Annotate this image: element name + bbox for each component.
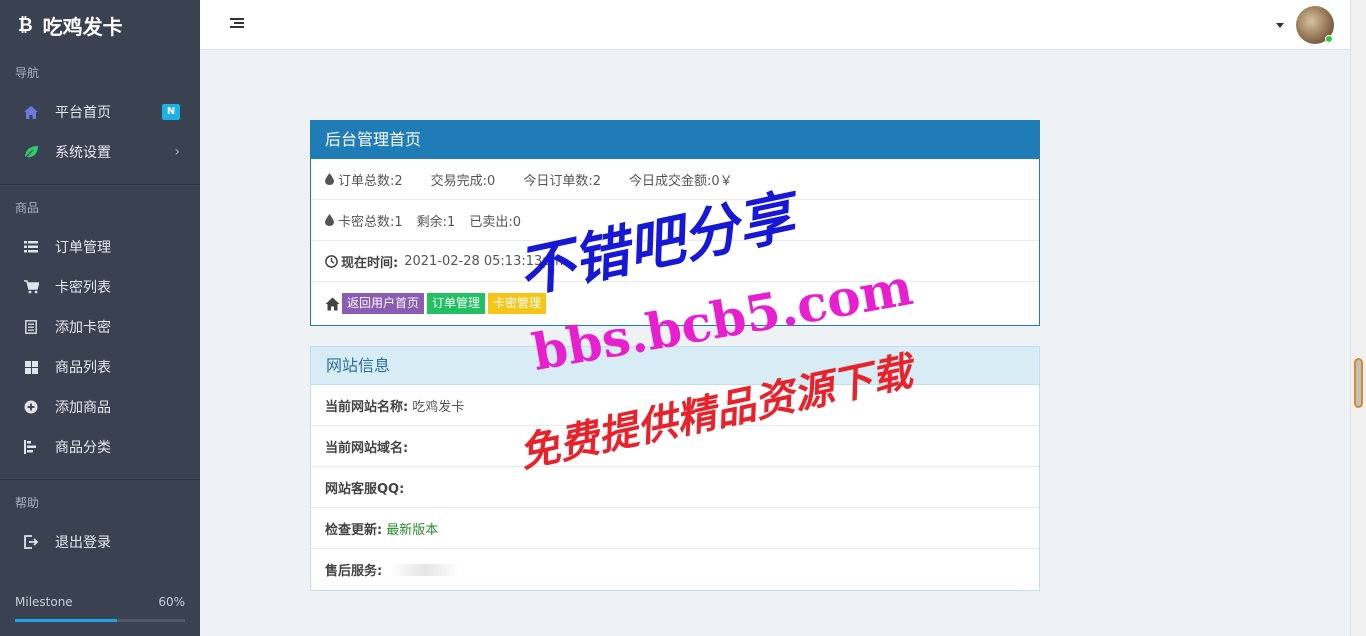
- new-badge: N: [162, 104, 180, 120]
- logout-icon: [22, 533, 40, 551]
- sidebar-item-add-card[interactable]: 添加卡密: [0, 307, 200, 347]
- leaf-icon: [22, 143, 40, 161]
- site-info-panel: 网站信息 当前网站名称: 吃鸡发卡 当前网站域名: 网站客服QQ: 检查更新: …: [310, 346, 1040, 591]
- sidebar-item-label: 订单管理: [55, 240, 111, 256]
- back-to-user-home-button[interactable]: 返回用户首页: [342, 293, 425, 314]
- grid-icon: [22, 358, 40, 376]
- card-management-button[interactable]: 卡密管理: [488, 293, 547, 314]
- avatar[interactable]: [1296, 6, 1334, 44]
- divider: [0, 479, 200, 480]
- info-row-site-name: 当前网站名称: 吃鸡发卡: [311, 385, 1039, 426]
- info-label: 当前网站名称:: [325, 399, 409, 415]
- stat-trade-complete: 交易完成:0: [430, 173, 496, 189]
- nav-heading-goods: 商品: [15, 201, 40, 215]
- milestone-progress-fill: [15, 619, 117, 622]
- blurred-value: [390, 563, 461, 576]
- stat-card-sold: 已卖出:0: [469, 214, 521, 230]
- time-value: 2021-02-28 05:13:13pm: [404, 253, 564, 269]
- sidebar-item-settings[interactable]: 系统设置 ›: [0, 132, 200, 172]
- info-label: 网站客服QQ:: [325, 481, 405, 497]
- divider: [0, 184, 200, 185]
- order-management-button[interactable]: 订单管理: [427, 293, 486, 314]
- topbar: [200, 0, 1350, 50]
- sidebar-item-category[interactable]: 商品分类: [0, 427, 200, 467]
- nav-heading-navigation: 导航: [15, 66, 40, 80]
- home-icon: [325, 297, 340, 310]
- milestone-progress-bar: [15, 619, 185, 622]
- sidebar-item-add-product[interactable]: 添加商品: [0, 387, 200, 427]
- sidebar-item-label: 商品列表: [55, 360, 111, 376]
- home-icon: [22, 103, 40, 121]
- brand-title: 吃鸡发卡: [42, 14, 123, 39]
- drop-icon: [325, 173, 334, 185]
- stat-today-amount: 今日成交金额:0￥: [628, 173, 733, 189]
- info-label: 检查更新:: [325, 522, 383, 538]
- info-value: 吃鸡发卡: [412, 399, 465, 415]
- sidebar-item-product-list[interactable]: 商品列表: [0, 347, 200, 387]
- stat-card-remaining: 剩余:1: [416, 214, 456, 230]
- stats-row: 订单总数:2 交易完成:0 今日订单数:2 今日成交金额:0￥: [311, 159, 1039, 200]
- time-label: 现在时间:: [341, 255, 399, 271]
- list-icon: [22, 238, 40, 256]
- cart-icon: [22, 278, 40, 296]
- plus-circle-icon: [22, 398, 40, 416]
- chevron-right-icon: ›: [174, 144, 180, 160]
- sidebar-item-label: 系统设置: [55, 145, 111, 161]
- sort-icon: [22, 438, 40, 456]
- info-row-domain: 当前网站域名:: [311, 426, 1039, 467]
- info-label: 当前网站域名:: [325, 440, 409, 456]
- sidebar-item-label: 添加卡密: [55, 320, 111, 336]
- document-icon: [22, 318, 40, 336]
- time-row: 现在时间: 2021-02-28 05:13:13pm: [311, 241, 1039, 282]
- milestone: Milestone 60%: [15, 595, 185, 622]
- caret-down-icon[interactable]: [1276, 23, 1284, 28]
- quick-links-row: 返回用户首页 订单管理 卡密管理: [311, 282, 1039, 325]
- bitcoin-icon: ₿: [18, 14, 33, 36]
- sidebar-item-logout[interactable]: 退出登录: [0, 522, 200, 562]
- update-status[interactable]: 最新版本: [386, 519, 438, 538]
- milestone-percent: 60%: [158, 595, 185, 609]
- sidebar-item-card-list[interactable]: 卡密列表: [0, 267, 200, 307]
- info-row-qq: 网站客服QQ:: [311, 467, 1039, 508]
- nav-heading-help: 帮助: [15, 496, 40, 510]
- sidebar-item-label: 商品分类: [55, 440, 111, 456]
- stat-order-total: 订单总数:2: [338, 173, 403, 189]
- info-row-update: 检查更新: 最新版本: [311, 508, 1039, 549]
- scrollbar[interactable]: [1350, 0, 1366, 636]
- sidebar-item-label: 退出登录: [55, 535, 111, 551]
- stat-today-orders: 今日订单数:2: [523, 173, 601, 189]
- sidebar: ₿ 吃鸡发卡 导航 平台首页 N 系统设置 › 商品 订单管理 卡密列表 添加卡…: [0, 0, 200, 636]
- online-status-dot: [1325, 35, 1333, 43]
- info-label: 售后服务:: [325, 564, 383, 579]
- stats-row: 卡密总数:1 剩余:1 已卖出:0: [311, 200, 1039, 241]
- sidebar-item-label: 平台首页: [55, 105, 111, 121]
- drop-icon: [325, 214, 334, 226]
- milestone-label: Milestone: [15, 595, 73, 609]
- menu-icon[interactable]: [230, 18, 244, 30]
- clock-icon: [325, 254, 338, 268]
- sidebar-item-home[interactable]: 平台首页 N: [0, 92, 200, 132]
- sidebar-item-label: 卡密列表: [55, 280, 111, 296]
- info-row-after-sales: 售后服务:: [311, 549, 1039, 590]
- sidebar-item-orders[interactable]: 订单管理: [0, 227, 200, 267]
- panel-title: 网站信息: [311, 347, 1039, 385]
- panel-title: 后台管理首页: [311, 121, 1039, 159]
- stat-card-total: 卡密总数:1: [338, 214, 403, 230]
- admin-home-panel: 后台管理首页 订单总数:2 交易完成:0 今日订单数:2 今日成交金额:0￥ 卡…: [310, 120, 1040, 326]
- scrollbar-thumb[interactable]: [1354, 358, 1363, 408]
- brand[interactable]: ₿ 吃鸡发卡: [0, 0, 200, 50]
- sidebar-item-label: 添加商品: [55, 400, 111, 416]
